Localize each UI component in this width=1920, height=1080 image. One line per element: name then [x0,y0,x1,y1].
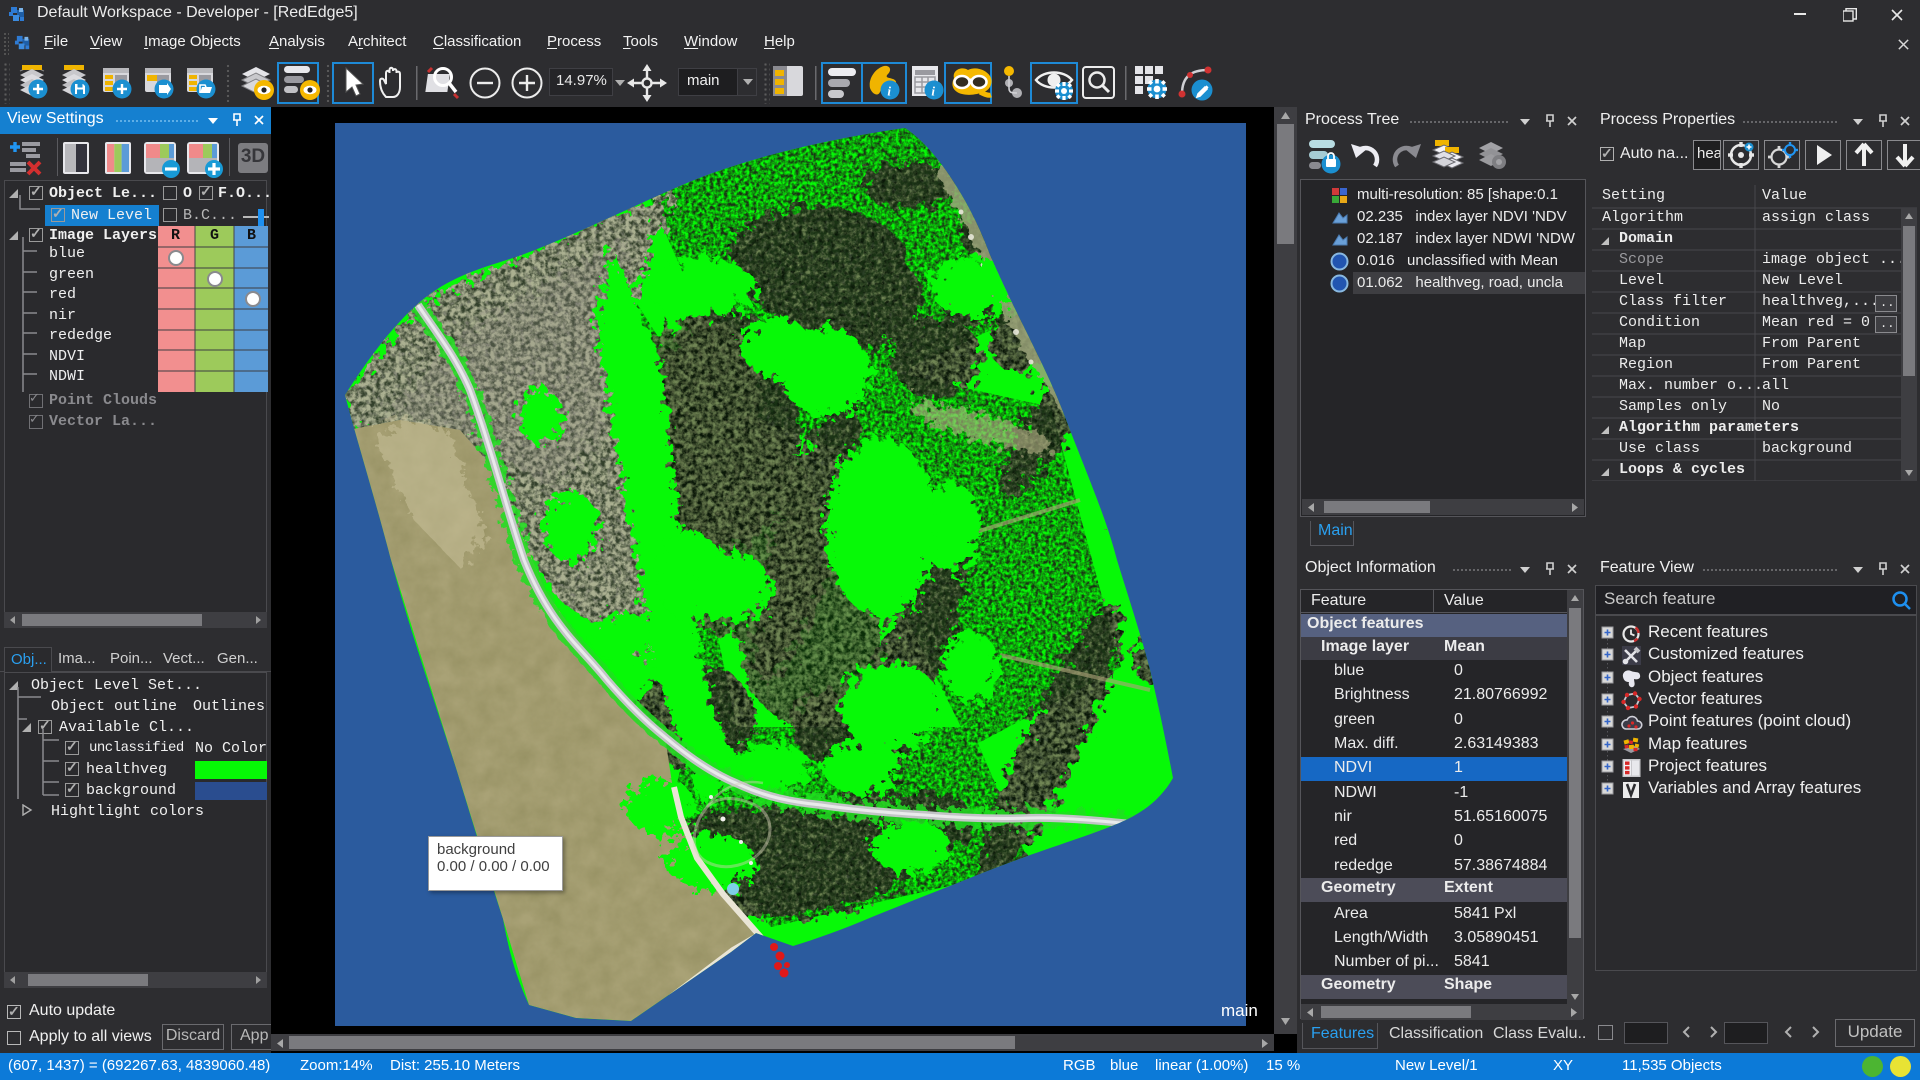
svg-text:i: i [887,84,891,99]
svg-text:i: i [931,84,935,99]
